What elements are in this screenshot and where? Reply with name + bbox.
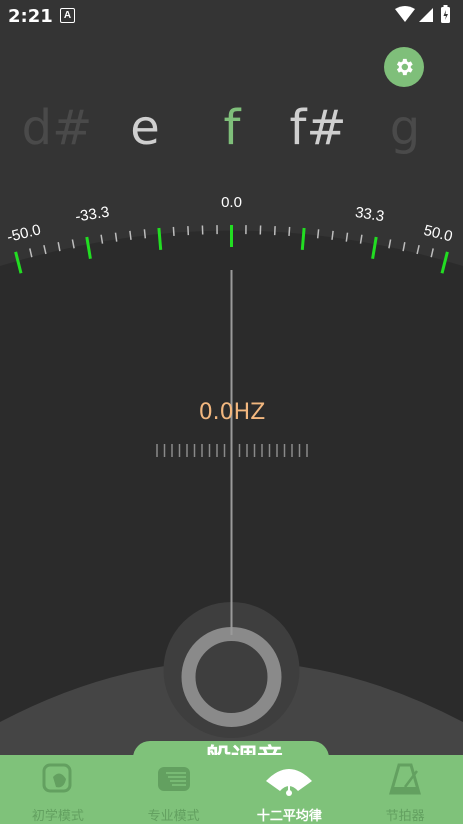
nav-label: 专业模式 xyxy=(147,808,200,823)
note-prev1: e xyxy=(130,100,160,156)
nav-metronome[interactable]: 节拍器 xyxy=(347,755,463,824)
settings-button[interactable] xyxy=(384,47,424,87)
bottom-nav: 初学模式 专业模式 十二平均律 节拍器 xyxy=(0,755,463,824)
frequency-readout: 0.0HZ xyxy=(198,400,266,425)
major-tick xyxy=(300,227,306,251)
major-tick xyxy=(157,227,163,251)
gauge-icon xyxy=(266,769,313,796)
minor-tick xyxy=(172,226,175,236)
minor-tick xyxy=(288,226,291,236)
minor-tick xyxy=(316,229,320,239)
gear-icon xyxy=(396,58,413,76)
note-prev2: d# xyxy=(21,100,93,156)
status-bar: 2:21 A xyxy=(0,0,463,32)
status-time: 2:21 xyxy=(8,6,53,27)
minor-tick xyxy=(143,229,147,239)
status-icons xyxy=(393,5,455,30)
note-current: f xyxy=(223,100,241,156)
nav-beginner-mode[interactable]: 初学模式 xyxy=(0,755,116,824)
nav-equal-temperament[interactable]: 十二平均律 xyxy=(232,755,348,824)
leaf-icon xyxy=(42,763,72,793)
nav-label: 初学模式 xyxy=(31,808,84,823)
board-icon xyxy=(157,767,190,791)
nav-pro-mode[interactable]: 专业模式 xyxy=(116,755,232,824)
note-next1: f# xyxy=(289,100,347,156)
metronome-icon xyxy=(389,763,422,795)
nav-label: 十二平均律 xyxy=(256,808,322,823)
note-next2: g xyxy=(389,100,421,156)
notification-badge: A xyxy=(60,8,75,23)
tuner-screen: 2:21 A d# e f f# g -50.0 -33.3 0.0 33.3 … xyxy=(0,0,463,824)
nav-label: 节拍器 xyxy=(385,808,425,823)
wifi-signal-battery-icon xyxy=(395,5,450,23)
